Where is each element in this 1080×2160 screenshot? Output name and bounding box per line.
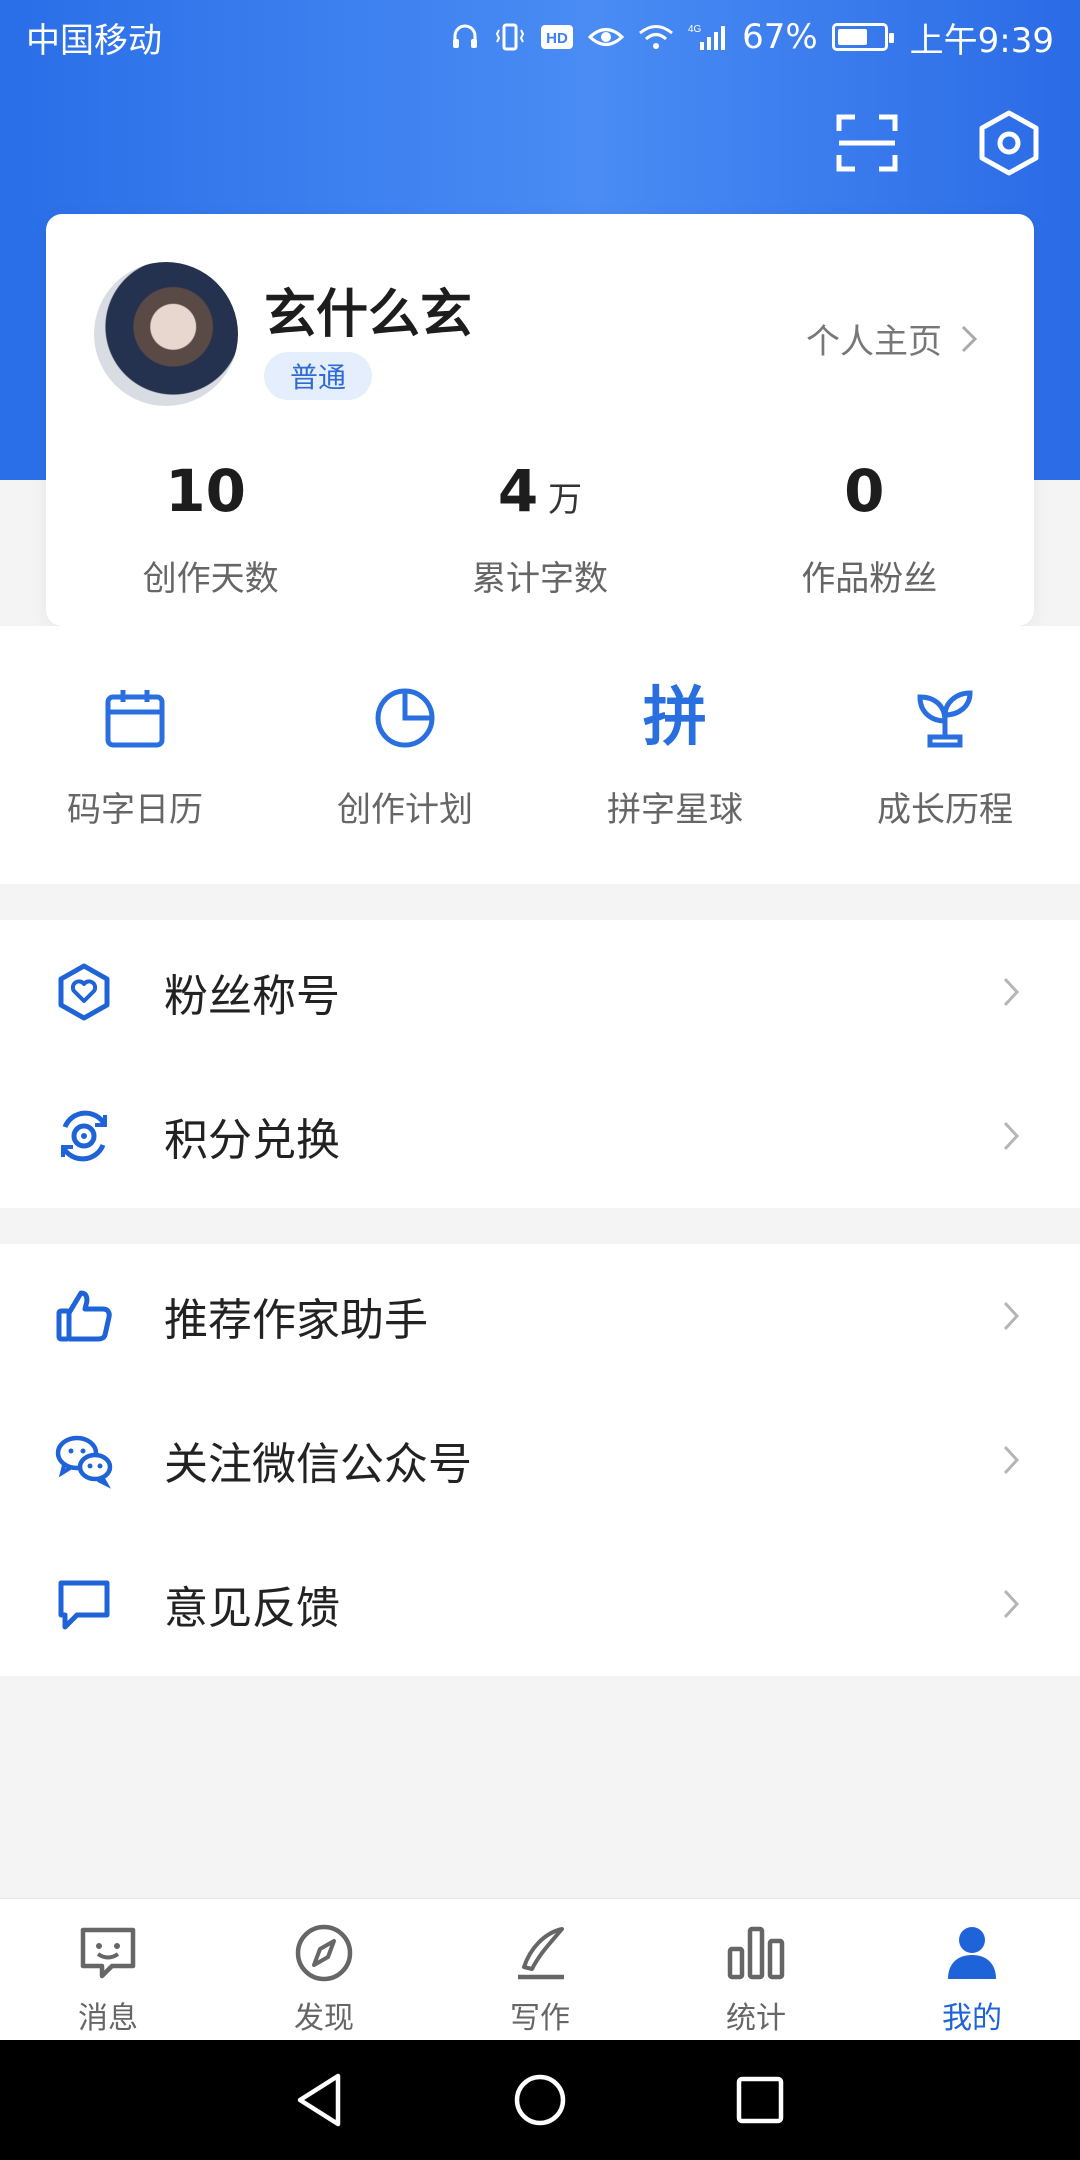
tool-label: 码字日历 bbox=[67, 790, 203, 830]
menu-item-wechat[interactable]: 关注微信公众号 bbox=[0, 1388, 1080, 1532]
menu-label: 积分兑换 bbox=[164, 1115, 340, 1166]
points-exchange-icon bbox=[54, 1106, 114, 1166]
menu-item-points-exchange[interactable]: 积分兑换 bbox=[0, 1064, 1080, 1208]
compass-icon bbox=[292, 1921, 356, 1985]
network-label: 4G bbox=[688, 24, 702, 35]
nav-label: 统计 bbox=[726, 2001, 786, 2036]
tool-calendar[interactable]: 码字日历 bbox=[0, 682, 270, 884]
hd-icon: HD bbox=[540, 22, 574, 52]
battery-percent: 67% bbox=[742, 17, 818, 57]
screen: 中国移动 HD 4G 67% 上午9:39 玄什么玄 普通 个人主页 10 创作… bbox=[0, 0, 1080, 2160]
sprout-icon bbox=[909, 682, 981, 754]
nav-item-discover[interactable]: 发现 bbox=[216, 1899, 432, 2040]
battery-fill bbox=[837, 29, 867, 45]
wifi-icon bbox=[638, 22, 674, 52]
tool-plan[interactable]: 创作计划 bbox=[270, 682, 540, 884]
menu-item-recommend[interactable]: 推荐作家助手 bbox=[0, 1244, 1080, 1388]
menu-label: 粉丝称号 bbox=[164, 971, 340, 1022]
nav-label: 消息 bbox=[78, 2001, 138, 2036]
stat-total-words[interactable]: 4万 累计字数 bbox=[375, 456, 704, 600]
chevron-right-icon bbox=[1003, 977, 1020, 1007]
vibrate-icon bbox=[494, 22, 526, 52]
hd-label: HD bbox=[546, 30, 568, 47]
bottom-nav: 消息 发现 写作 统计 我的 bbox=[0, 1898, 1080, 2040]
stat-label: 创作天数 bbox=[142, 559, 279, 599]
tool-planet[interactable]: 拼 拼字星球 bbox=[540, 682, 810, 884]
bar-chart-icon bbox=[724, 1921, 788, 1985]
chevron-right-icon bbox=[1003, 1121, 1020, 1151]
headset-icon bbox=[450, 22, 480, 52]
person-icon bbox=[940, 1921, 1004, 1985]
battery-icon bbox=[831, 23, 894, 51]
avatar[interactable] bbox=[94, 262, 238, 406]
stat-value: 4万 bbox=[497, 457, 583, 525]
system-nav-bar bbox=[0, 2040, 1080, 2160]
tool-growth[interactable]: 成长历程 bbox=[810, 682, 1080, 884]
menu-label: 意见反馈 bbox=[164, 1583, 340, 1634]
scan-icon[interactable] bbox=[832, 108, 902, 178]
nav-item-messages[interactable]: 消息 bbox=[0, 1899, 216, 2040]
homepage-link[interactable]: 个人主页 bbox=[806, 314, 978, 363]
carrier-label: 中国移动 bbox=[26, 20, 162, 61]
stats-row: 10 创作天数 4万 累计字数 0 作品粉丝 bbox=[46, 456, 1034, 600]
clock: 上午9:39 bbox=[909, 20, 1054, 61]
settings-icon[interactable] bbox=[974, 108, 1044, 178]
menu-label: 推荐作家助手 bbox=[164, 1295, 428, 1346]
level-badge: 普通 bbox=[264, 352, 373, 400]
back-icon[interactable] bbox=[290, 2070, 350, 2130]
eye-icon bbox=[588, 22, 625, 52]
stat-creation-days[interactable]: 10 创作天数 bbox=[46, 456, 375, 600]
stat-value: 10 bbox=[165, 457, 247, 525]
menu-group-more: 推荐作家助手 关注微信公众号 意见反馈 bbox=[0, 1244, 1080, 1676]
badge-heart-icon bbox=[54, 962, 114, 1022]
wechat-icon bbox=[54, 1430, 114, 1490]
homepage-label: 个人主页 bbox=[806, 322, 942, 362]
message-icon bbox=[76, 1921, 140, 1985]
tool-label: 创作计划 bbox=[337, 790, 473, 830]
stat-label: 累计字数 bbox=[471, 559, 608, 599]
menu-item-feedback[interactable]: 意见反馈 bbox=[0, 1532, 1080, 1676]
recents-icon[interactable] bbox=[730, 2070, 790, 2130]
menu-label: 关注微信公众号 bbox=[164, 1439, 472, 1490]
quick-tools: 码字日历 创作计划 拼 拼字星球 成长历程 bbox=[0, 626, 1080, 884]
stat-value: 0 bbox=[844, 457, 885, 525]
profile-card: 玄什么玄 普通 个人主页 10 创作天数 4万 累计字数 0 作品粉丝 bbox=[46, 214, 1034, 626]
thumbs-up-icon bbox=[54, 1286, 114, 1346]
top-actions bbox=[832, 108, 1044, 178]
home-icon[interactable] bbox=[510, 2070, 570, 2130]
menu-item-fan-title[interactable]: 粉丝称号 bbox=[0, 920, 1080, 1064]
status-bar: 中国移动 HD 4G 67% 上午9:39 bbox=[0, 0, 1080, 74]
nav-item-write[interactable]: 写作 bbox=[432, 1899, 648, 2040]
nav-item-me[interactable]: 我的 bbox=[864, 1899, 1080, 2040]
stat-label: 作品粉丝 bbox=[801, 559, 938, 599]
pin-character-icon: 拼 bbox=[643, 681, 707, 755]
chevron-right-icon bbox=[1003, 1301, 1020, 1331]
nav-item-stats[interactable]: 统计 bbox=[648, 1899, 864, 2040]
pen-icon bbox=[508, 1921, 572, 1985]
calendar-icon bbox=[99, 682, 171, 754]
nav-label: 发现 bbox=[294, 2001, 354, 2036]
user-name: 玄什么玄 bbox=[264, 285, 473, 345]
nav-label: 我的 bbox=[942, 2001, 1002, 2036]
nav-label: 写作 bbox=[510, 2001, 570, 2036]
tool-label: 成长历程 bbox=[877, 790, 1013, 830]
pie-chart-icon bbox=[369, 682, 441, 754]
chevron-right-icon bbox=[961, 325, 978, 352]
tool-label: 拼字星球 bbox=[607, 790, 743, 830]
chevron-right-icon bbox=[1003, 1589, 1020, 1619]
chevron-right-icon bbox=[1003, 1445, 1020, 1475]
stat-fans[interactable]: 0 作品粉丝 bbox=[705, 456, 1034, 600]
status-icons: HD 4G 67% 上午9:39 bbox=[450, 13, 1054, 62]
feedback-icon bbox=[54, 1574, 114, 1634]
signal-icon: 4G bbox=[688, 22, 728, 52]
menu-group-rewards: 粉丝称号 积分兑换 bbox=[0, 920, 1080, 1208]
